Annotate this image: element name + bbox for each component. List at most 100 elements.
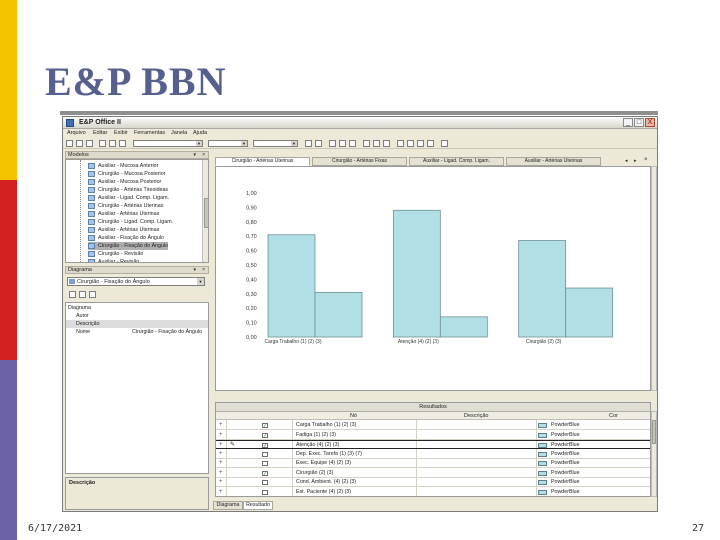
paste-icon[interactable] [119, 140, 126, 147]
menu-ferramentas[interactable]: Ferramentas [134, 130, 165, 136]
doc-tab[interactable]: Auxiliar - Ligad. Comp. Ligam. [409, 157, 504, 166]
expand-icon[interactable]: + [219, 431, 223, 440]
visible-checkbox[interactable]: ✓ [262, 432, 268, 438]
visible-checkbox[interactable]: ✓ [262, 443, 268, 449]
visible-checkbox[interactable]: ✓ [262, 470, 268, 476]
color-swatch[interactable] [538, 451, 547, 457]
pin-icon[interactable]: ▾ [193, 267, 196, 273]
help-icon[interactable] [441, 140, 448, 147]
doc-tab[interactable]: Auxiliar - Artérias Uterinas [506, 157, 601, 166]
column-header-description[interactable]: Descrição [464, 412, 488, 420]
property-row[interactable]: Autor [66, 312, 208, 320]
arc-icon[interactable] [349, 140, 356, 147]
zoom-combo[interactable]: ▼ [133, 140, 203, 147]
doc-tab[interactable]: Cirurgião - Artérias Uterinas [215, 157, 310, 166]
window-titlebar[interactable]: E&P Office II _ □ X [63, 117, 657, 129]
expand-icon[interactable]: + [219, 450, 223, 459]
tab-scroll-right-icon[interactable]: ▸ [634, 158, 637, 164]
color-swatch[interactable] [538, 480, 547, 485]
properties-icon[interactable] [89, 291, 96, 298]
table-row[interactable]: + ✓ Carga Trabalho (1) (2) (3) PowderBlue [216, 421, 650, 430]
menu-ajuda[interactable]: Ajuda [193, 130, 207, 136]
run-icon[interactable] [417, 140, 424, 147]
close-button[interactable]: X [645, 118, 655, 127]
copy-icon[interactable] [109, 140, 116, 147]
menu-editar[interactable]: Editar [93, 130, 107, 136]
pin-icon[interactable]: ▾ [193, 152, 196, 158]
undo-icon[interactable] [305, 140, 312, 147]
diagram-select[interactable]: Cirurgião - Fixação do Ângulo ▼ [67, 277, 205, 286]
sort-icon[interactable] [69, 291, 76, 298]
color-swatch[interactable] [538, 461, 547, 466]
color-swatch[interactable] [538, 470, 547, 476]
fit-icon[interactable] [383, 140, 390, 147]
model-item[interactable]: Cirurgião - Fixação do Ângulo [88, 242, 169, 250]
chart-icon[interactable] [397, 140, 404, 147]
visible-checkbox[interactable] [262, 451, 268, 457]
table-icon[interactable] [407, 140, 414, 147]
column-header-node[interactable]: Nó [350, 412, 357, 420]
visible-checkbox[interactable] [262, 480, 268, 485]
table-row[interactable]: + Dep. Exec. Tarefa (1) (3) (7) PowderBlue [216, 450, 650, 459]
chart-scrollbar[interactable] [651, 166, 657, 391]
model-item[interactable]: Auxiliar - Ligad. Comp. Ligam. [88, 194, 169, 202]
color-swatch[interactable] [538, 423, 547, 428]
visible-checkbox[interactable] [262, 489, 268, 495]
minimize-button[interactable]: _ [623, 118, 633, 127]
open-icon[interactable] [76, 140, 83, 147]
new-icon[interactable] [66, 140, 73, 147]
scroll-thumb[interactable] [652, 420, 656, 444]
expand-icon[interactable]: + [219, 488, 223, 497]
expand-icon[interactable]: + [219, 478, 223, 487]
table-row[interactable]: + Cond. Ambient. (4) (2) (3) PowderBlue [216, 478, 650, 487]
menu-arquivo[interactable]: Arquivo [67, 130, 86, 136]
table-row[interactable]: + Exec. Equipe (4) (2) (3) PowderBlue [216, 459, 650, 468]
table-row[interactable]: + ✓ Cirurgião (2) (3) PowderBlue [216, 469, 650, 478]
bottom-tab[interactable]: Diagrama [213, 501, 243, 510]
expand-icon[interactable]: + [219, 469, 223, 478]
table-row[interactable]: + Est. Paciente (4) (2) (3) PowderBlue [216, 488, 650, 497]
table-row[interactable]: + ✎ ✓ Atenção (4) (2) (3) PowderBlue [216, 440, 650, 449]
property-row[interactable]: Diagrama [66, 304, 208, 312]
model-item[interactable]: Cirurgião - Mucosa Posterior [88, 170, 165, 178]
expand-icon[interactable]: + [219, 421, 223, 430]
size-combo[interactable]: ▼ [253, 140, 298, 147]
model-item[interactable]: Cirurgião - Ligad. Comp. Ligam. [88, 218, 173, 226]
model-item[interactable]: Auxiliar - Artérias Uterinas [88, 226, 159, 234]
zoom-in-icon[interactable] [363, 140, 370, 147]
model-item[interactable]: Auxiliar - Mucosa Anterior [88, 162, 158, 170]
color-swatch[interactable] [538, 432, 547, 438]
model-item[interactable]: Auxiliar - Fixação do Ângulo [88, 234, 164, 242]
model-item[interactable]: Cirurgião - Artérias Uterinas [88, 202, 163, 210]
font-combo[interactable]: ▼ [208, 140, 248, 147]
model-item[interactable]: Auxiliar - Mucosa Posterior [88, 178, 161, 186]
close-icon[interactable]: × [202, 267, 205, 273]
scroll-thumb[interactable] [204, 198, 208, 228]
color-swatch[interactable] [538, 489, 547, 495]
model-item[interactable]: Auxiliar - Artérias Uterinas [88, 210, 159, 218]
menu-janela[interactable]: Janela [171, 130, 187, 136]
redo-icon[interactable] [315, 140, 322, 147]
visible-checkbox[interactable]: ✓ [262, 423, 268, 429]
expand-icon[interactable]: + [219, 459, 223, 468]
maximize-button[interactable]: □ [634, 118, 644, 127]
model-item[interactable]: Cirurgião - Artérias Tireoideas [88, 186, 168, 194]
model-item[interactable]: Auxiliar - Revisão [88, 258, 139, 262]
column-header-color[interactable]: Cor [609, 412, 618, 420]
stop-icon[interactable] [427, 140, 434, 147]
close-icon[interactable]: × [202, 152, 205, 158]
node-icon[interactable] [339, 140, 346, 147]
save-icon[interactable] [86, 140, 93, 147]
models-scrollbar[interactable] [202, 160, 208, 262]
zoom-out-icon[interactable] [373, 140, 380, 147]
category-icon[interactable] [79, 291, 86, 298]
doc-tab[interactable]: Cirurgião - Artérias Fixas [312, 157, 407, 166]
color-swatch[interactable] [538, 443, 547, 448]
table-row[interactable]: + ✓ Fadiga (1) (2) (3) PowderBlue [216, 431, 650, 440]
model-item[interactable]: Cirurgião - Revisão [88, 250, 143, 258]
cut-icon[interactable] [99, 140, 106, 147]
visible-checkbox[interactable] [262, 461, 268, 466]
results-scrollbar[interactable] [651, 411, 657, 497]
bottom-tab[interactable]: Resultado [243, 501, 273, 510]
property-row[interactable]: Nome Cirurgião - Fixação do Ângulo [66, 328, 208, 336]
